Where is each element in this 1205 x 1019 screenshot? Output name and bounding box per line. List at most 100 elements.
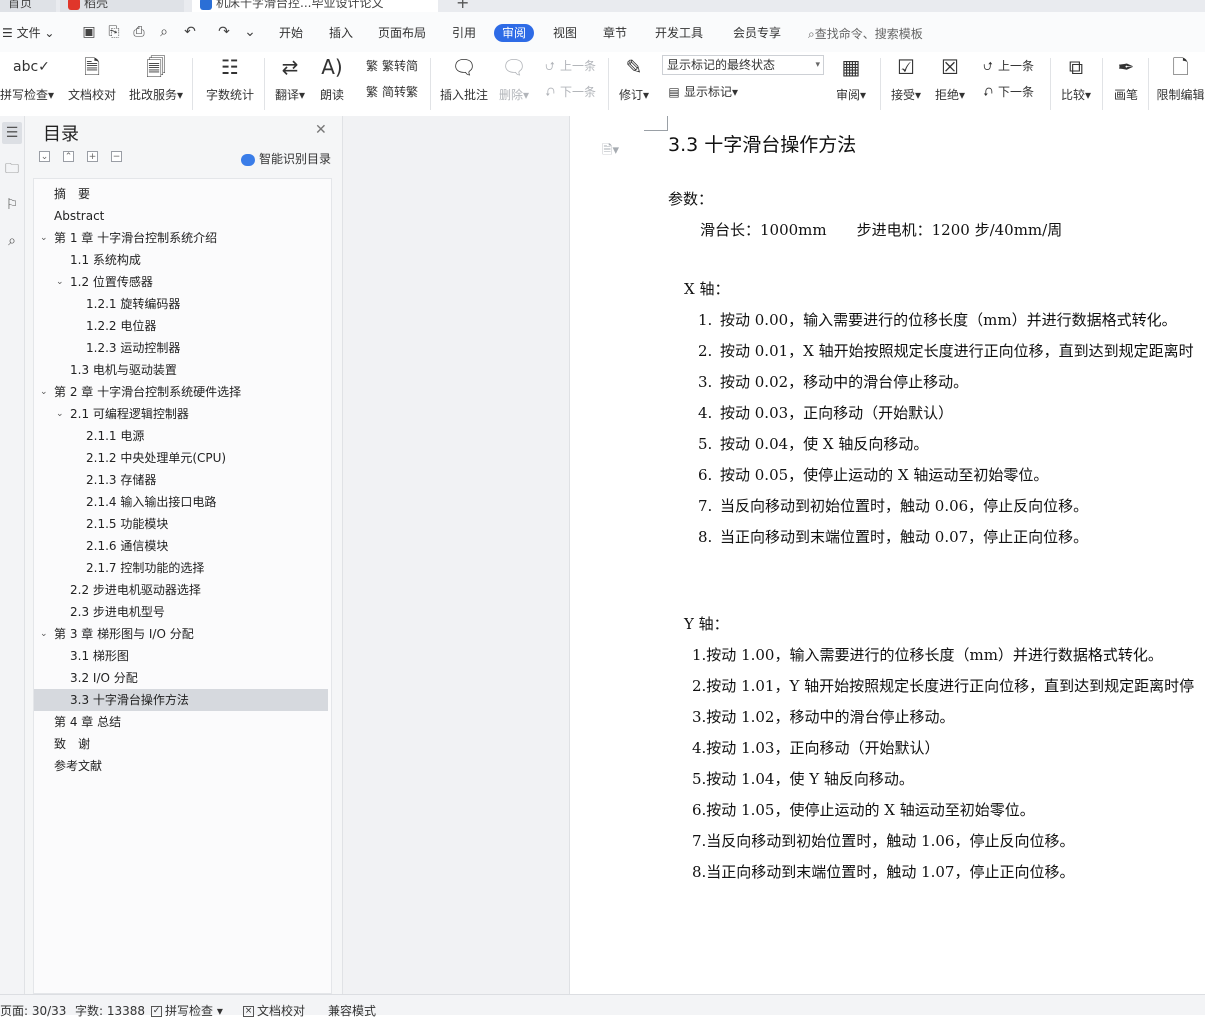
menu-developer[interactable]: 开发工具 bbox=[655, 25, 703, 41]
paragraph-layout-icon[interactable]: 🗎▾ bbox=[602, 141, 619, 163]
chapter-panel-icon[interactable]: 🗀 bbox=[2, 158, 22, 180]
status-doc-proof[interactable]: × 文档校对 bbox=[243, 1002, 305, 1019]
y-axis-label: Y 轴： bbox=[684, 615, 729, 633]
tab-docer[interactable]: 稻壳 bbox=[60, 0, 184, 12]
simp-to-trad-button[interactable]: 繁简转繁 bbox=[364, 84, 418, 100]
chevron-down-icon[interactable]: ⌄ bbox=[56, 403, 64, 425]
menu-reference[interactable]: 引用 bbox=[452, 25, 476, 41]
quick-access-more-icon[interactable]: ⌄ bbox=[240, 22, 260, 42]
track-changes-button[interactable]: ✎ 修订▾ bbox=[616, 54, 652, 102]
search-icon[interactable]: ⌕ bbox=[2, 230, 22, 252]
bookmark-icon[interactable]: ⚐ bbox=[2, 194, 22, 216]
toc-item[interactable]: Abstract bbox=[34, 205, 328, 227]
menu-page-layout[interactable]: 页面布局 bbox=[378, 25, 426, 41]
ink-button[interactable]: ✒ 画笔 bbox=[1110, 54, 1142, 102]
toc-item[interactable]: 第 4 章 总结 bbox=[34, 711, 328, 733]
export-pdf-icon[interactable]: ⎘ bbox=[104, 22, 124, 42]
spellcheck-button[interactable]: abc✓ 拼写检查▾ bbox=[0, 54, 54, 102]
save-icon[interactable]: ▣ bbox=[79, 22, 99, 42]
command-search[interactable]: ⌕查找命令、搜索模板 bbox=[808, 25, 923, 42]
restrict-edit-button[interactable]: 🗋 限制编辑 bbox=[1156, 54, 1205, 102]
prev-change-button[interactable]: ⮍ 上一条 bbox=[980, 58, 1034, 74]
smart-toc-label: 智能识别目录 bbox=[259, 152, 332, 166]
review-pane-button[interactable]: ▦ 审阅▾ bbox=[832, 54, 870, 102]
prev-comment-button[interactable]: ⮍ 上一条 bbox=[542, 58, 596, 74]
toc-item[interactable]: 1.2.1 旋转编码器 bbox=[34, 293, 328, 315]
chevron-down-icon[interactable]: ⌄ bbox=[40, 381, 48, 403]
print-icon[interactable]: ⎙ bbox=[129, 22, 149, 42]
close-icon[interactable]: ✕ bbox=[315, 122, 327, 138]
toc-item[interactable]: 2.1.4 输入输出接口电路 bbox=[34, 491, 328, 513]
document-page[interactable]: 🗎▾ 3.3 十字滑台操作方法 参数： 滑台长：1000mm 步进电机：1200… bbox=[569, 116, 1205, 994]
delete-comment-button[interactable]: 🗨 删除▾ bbox=[496, 54, 532, 102]
menu-view[interactable]: 视图 bbox=[553, 25, 577, 41]
page-indicator[interactable]: 页面: 30/33 bbox=[0, 1002, 66, 1019]
toc-item[interactable]: 3.1 梯形图 bbox=[34, 645, 328, 667]
toc-item[interactable]: 2.3 步进电机型号 bbox=[34, 601, 328, 623]
toc-item-label: 3.2 I/O 分配 bbox=[70, 671, 138, 685]
remove-heading-icon[interactable]: − bbox=[111, 151, 122, 162]
menu-section[interactable]: 章节 bbox=[603, 25, 627, 41]
toc-item[interactable]: 1.2.3 运动控制器 bbox=[34, 337, 328, 359]
toc-item[interactable]: 2.1.2 中央处理单元(CPU) bbox=[34, 447, 328, 469]
chevron-down-icon[interactable]: ⌄ bbox=[56, 271, 64, 293]
toc-item[interactable]: 2.1.3 存储器 bbox=[34, 469, 328, 491]
next-comment-button[interactable]: ⮏ 下一条 bbox=[542, 84, 596, 100]
chevron-down-icon[interactable]: ⌄ bbox=[40, 623, 48, 645]
add-heading-icon[interactable]: + bbox=[87, 151, 98, 162]
toc-item[interactable]: 2.1.1 电源 bbox=[34, 425, 328, 447]
toc-item[interactable]: 致 谢 bbox=[34, 733, 328, 755]
toc-item[interactable]: 3.3 十字滑台操作方法 bbox=[34, 689, 328, 711]
read-aloud-button[interactable]: A) 朗读 bbox=[316, 54, 348, 102]
list-text: 按动 0.01，X 轴开始按照规定长度进行正向位移，直到达到规定距离时 bbox=[720, 342, 1194, 360]
undo-icon[interactable]: ↶ bbox=[180, 22, 200, 42]
toc-item[interactable]: ⌄ 第 3 章 梯形图与 I/O 分配 bbox=[34, 623, 328, 645]
new-tab-button[interactable]: + bbox=[448, 0, 469, 12]
translate-button[interactable]: ⇄ 翻译▾ bbox=[272, 54, 308, 102]
toc-item[interactable]: 摘 要 bbox=[34, 183, 328, 205]
expand-all-icon[interactable]: ⌄ bbox=[39, 151, 50, 162]
toc-item[interactable]: 1.2.2 电位器 bbox=[34, 315, 328, 337]
toc-item[interactable]: ⌄ 2.1 可编程逻辑控制器 bbox=[34, 403, 328, 425]
file-menu[interactable]: ☰ 文件 ⌄ bbox=[2, 25, 54, 41]
next-change-button[interactable]: ⮏ 下一条 bbox=[980, 84, 1034, 100]
collapse-all-icon[interactable]: ⌃ bbox=[63, 151, 74, 162]
toc-item[interactable]: ⌄ 1.2 位置传感器 bbox=[34, 271, 328, 293]
toc-item[interactable]: 1.3 电机与驱动装置 bbox=[34, 359, 328, 381]
menu-insert[interactable]: 插入 bbox=[329, 25, 353, 41]
toc-item[interactable]: 3.2 I/O 分配 bbox=[34, 667, 328, 689]
tab-home-label: 首页 bbox=[8, 0, 33, 10]
compare-button[interactable]: ⧉ 比较▾ bbox=[1058, 54, 1094, 102]
show-markup-button[interactable]: ▤ 显示标记▾ bbox=[666, 84, 738, 100]
print-preview-icon[interactable]: ⌕ bbox=[154, 22, 174, 42]
toc-item[interactable]: ⌄ 第 1 章 十字滑台控制系统介绍 bbox=[34, 227, 328, 249]
toc-item[interactable]: 2.1.6 通信模块 bbox=[34, 535, 328, 557]
insert-comment-button[interactable]: 🗨 插入批注 bbox=[438, 54, 490, 102]
menu-review[interactable]: 审阅 bbox=[494, 24, 535, 42]
word-count-button[interactable]: ☷ 字数统计 bbox=[203, 54, 257, 102]
doc-proof-button[interactable]: 🗎 文档校对 bbox=[66, 54, 118, 102]
toc-item[interactable]: 2.2 步进电机驱动器选择 bbox=[34, 579, 328, 601]
insert-comment-icon: 🗨 bbox=[451, 55, 477, 79]
menu-membership[interactable]: 会员专享 bbox=[733, 25, 781, 41]
review-service-button[interactable]: 🗐 批改服务▾ bbox=[126, 54, 186, 102]
smart-toc-button[interactable]: 智能识别目录 bbox=[241, 150, 331, 167]
toc-panel-icon[interactable]: ☰ bbox=[2, 122, 22, 144]
word-count-indicator[interactable]: 字数: 13388 bbox=[75, 1002, 145, 1019]
toc-item[interactable]: ⌄ 第 2 章 十字滑台控制系统硬件选择 bbox=[34, 381, 328, 403]
reject-button[interactable]: ☒ 拒绝▾ bbox=[932, 54, 968, 102]
toc-item[interactable]: 2.1.5 功能模块 bbox=[34, 513, 328, 535]
markup-state-select[interactable]: 显示标记的最终状态 ▾ bbox=[662, 55, 824, 75]
menu-start[interactable]: 开始 bbox=[279, 25, 303, 41]
accept-button[interactable]: ☑ 接受▾ bbox=[888, 54, 924, 102]
tab-document[interactable]: 机床十字滑台控...毕业设计论文 bbox=[192, 0, 438, 12]
trad-to-simp-button[interactable]: 繁繁转简 bbox=[364, 58, 418, 74]
redo-icon[interactable]: ↷ bbox=[214, 22, 234, 42]
toc-item[interactable]: 1.1 系统构成 bbox=[34, 249, 328, 271]
status-spellcheck[interactable]: ✓ 拼写检查 ▾ bbox=[151, 1002, 223, 1019]
delete-comment-icon: 🗨 bbox=[501, 55, 527, 79]
toc-item[interactable]: 2.1.7 控制功能的选择 bbox=[34, 557, 328, 579]
tab-home[interactable]: 首页 bbox=[0, 0, 56, 12]
chevron-down-icon[interactable]: ⌄ bbox=[40, 227, 48, 249]
toc-item[interactable]: 参考文献 bbox=[34, 755, 328, 777]
